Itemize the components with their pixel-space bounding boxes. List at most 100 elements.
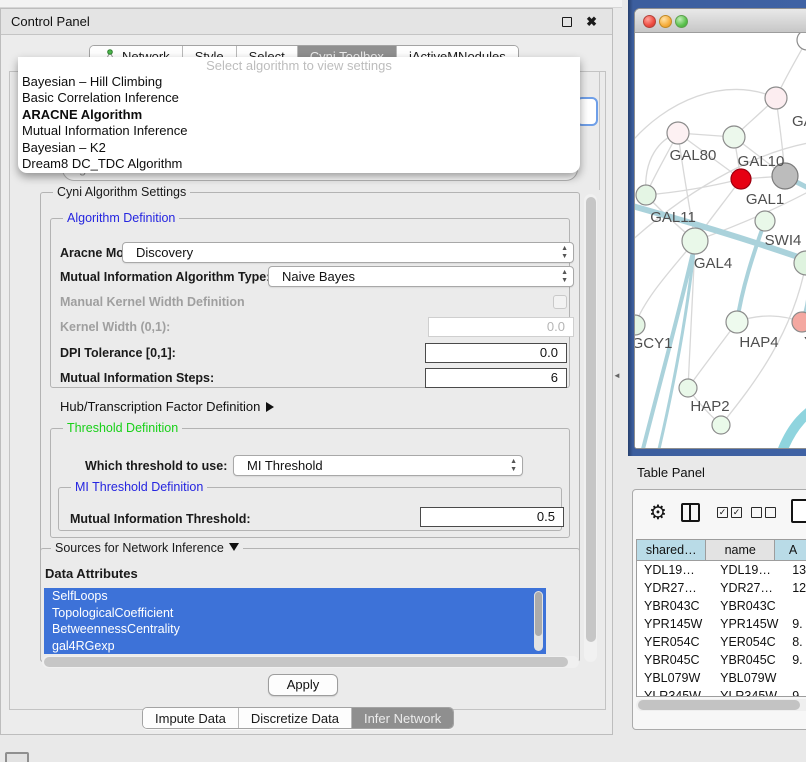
table-row[interactable]: YDL19…YDL19…13 bbox=[637, 561, 806, 579]
expanded-arrow-icon bbox=[229, 543, 239, 551]
new-table-icon[interactable] bbox=[791, 499, 806, 523]
column-header-name[interactable]: name bbox=[706, 540, 775, 561]
combo-arrows-icon: ▲▼ bbox=[510, 458, 517, 474]
horizontal-scrollbar-thumb[interactable] bbox=[44, 657, 568, 667]
split-columns-icon[interactable] bbox=[681, 503, 700, 522]
column-header-partial[interactable]: A bbox=[775, 540, 806, 561]
algorithm-option-bayesian-k2[interactable]: Bayesian – K2 bbox=[22, 140, 106, 155]
mi-algorithm-type-value: Naive Bayes bbox=[282, 269, 355, 284]
data-attributes-label: Data Attributes bbox=[45, 566, 138, 581]
mac-zoom-button[interactable] bbox=[675, 15, 688, 28]
float-window-icon[interactable] bbox=[562, 17, 572, 27]
table-row[interactable]: YDR27…YDR27…12 bbox=[637, 579, 806, 597]
tab-discretize-data[interactable]: Discretize Data bbox=[239, 708, 352, 728]
list-item-betweennesscentrality[interactable]: BetweennessCentrality bbox=[44, 621, 546, 638]
list-item-selfloops[interactable]: SelfLoops bbox=[44, 588, 546, 605]
table-row[interactable]: YLR345WYLR345W9. bbox=[637, 687, 806, 697]
hub-definition-toggle[interactable]: Hub/Transcription Factor Definition bbox=[60, 399, 274, 414]
algorithm-option-bayesian-hill-climbing[interactable]: Bayesian – Hill Climbing bbox=[22, 74, 162, 89]
network-view-frame: GAL80 GAL10 GAL1 GAL11 SWI4 GAL4 GCY1 HA… bbox=[628, 0, 806, 456]
algorithm-dropdown-popup: Select algorithm to view settings Bayesi… bbox=[18, 57, 580, 173]
mac-close-button[interactable] bbox=[643, 15, 656, 28]
tab-infer-network[interactable]: Infer Network bbox=[352, 708, 453, 728]
algorithm-option-basic-correlation[interactable]: Basic Correlation Inference bbox=[22, 90, 179, 105]
panel-divider-collapse-icon[interactable]: ◄ bbox=[613, 371, 621, 380]
table-horizontal-scrollbar[interactable] bbox=[636, 699, 806, 711]
threshold-definition-title: Threshold Definition bbox=[63, 421, 182, 435]
settings-vertical-scrollbar[interactable] bbox=[584, 194, 597, 662]
table-header-row: shared… name A bbox=[637, 540, 806, 561]
cyni-algorithm-settings-title: Cyni Algorithm Settings bbox=[53, 185, 190, 199]
which-threshold-combobox[interactable]: MI Threshold ▲▼ bbox=[233, 455, 523, 476]
mi-threshold-label: Mutual Information Threshold: bbox=[70, 512, 251, 526]
application-root: Control Panel ✖ Network Style Select Cyn… bbox=[0, 0, 806, 762]
minimized-panel-icon[interactable] bbox=[5, 752, 29, 762]
top-strip bbox=[0, 0, 622, 8]
manual-kernel-width-label: Manual Kernel Width Definition bbox=[60, 295, 245, 309]
table-row[interactable]: YPR145WYPR145W9. bbox=[637, 615, 806, 633]
algorithm-option-mutual-information[interactable]: Mutual Information Inference bbox=[22, 123, 187, 138]
aracne-mode-value: Discovery bbox=[136, 245, 193, 260]
kernel-width-label: Kernel Width (0,1): bbox=[60, 320, 170, 334]
combo-arrows-icon: ▲▼ bbox=[561, 245, 568, 261]
list-scrollbar-thumb[interactable] bbox=[535, 592, 542, 636]
settings-horizontal-scrollbar[interactable] bbox=[42, 656, 579, 668]
node-label-hap4[interactable]: HAP4 bbox=[739, 334, 778, 351]
node-label-hap2[interactable]: HAP2 bbox=[690, 398, 729, 415]
node-label-gal80[interactable]: GAL80 bbox=[670, 147, 717, 164]
node-label-gal10[interactable]: GAL10 bbox=[738, 153, 785, 170]
node-label-swi4[interactable]: SWI4 bbox=[765, 232, 802, 249]
dpi-tolerance-field[interactable]: 0.0 bbox=[425, 343, 567, 363]
sources-group-title[interactable]: Sources for Network Inference bbox=[51, 541, 243, 555]
control-panel-title: Control Panel bbox=[11, 9, 90, 35]
mi-steps-label: Mutual Information Steps: bbox=[60, 371, 214, 385]
mac-minimize-button[interactable] bbox=[659, 15, 672, 28]
aracne-mode-combobox[interactable]: Discovery ▲▼ bbox=[122, 242, 574, 263]
mi-algorithm-type-label: Mutual Information Algorithm Type: bbox=[60, 270, 270, 284]
manual-kernel-width-checkbox[interactable] bbox=[553, 295, 567, 309]
control-panel-titlebar: Control Panel ✖ bbox=[1, 9, 612, 35]
collapsed-arrow-icon bbox=[266, 402, 274, 412]
node-label-gal11[interactable]: GAL11 bbox=[650, 209, 696, 226]
hub-definition-label: Hub/Transcription Factor Definition bbox=[60, 399, 260, 414]
kernel-width-field[interactable]: 0.0 bbox=[428, 317, 574, 337]
table-row[interactable]: YER054CYER054C8. bbox=[637, 633, 806, 651]
dpi-tolerance-label: DPI Tolerance [0,1]: bbox=[60, 346, 176, 360]
data-attributes-list: SelfLoops TopologicalCoefficient Between… bbox=[44, 588, 546, 654]
combo-arrows-icon: ▲▼ bbox=[561, 269, 568, 285]
vertical-scrollbar-thumb[interactable] bbox=[586, 197, 596, 642]
list-scrollbar[interactable] bbox=[534, 591, 543, 651]
algorithm-option-dream8[interactable]: Dream8 DC_TDC Algorithm bbox=[22, 156, 182, 171]
table-row[interactable]: YBR043CYBR043C bbox=[637, 597, 806, 615]
table-panel-title: Table Panel bbox=[637, 465, 705, 480]
list-item-gal4rgexp[interactable]: gal4RGexp bbox=[44, 638, 546, 655]
mi-threshold-definition-title: MI Threshold Definition bbox=[71, 480, 207, 494]
close-panel-icon[interactable]: ✖ bbox=[586, 14, 597, 30]
tab-impute-data[interactable]: Impute Data bbox=[143, 708, 239, 728]
table-row[interactable]: YBL079WYBL079W bbox=[637, 669, 806, 687]
table-row[interactable]: YBR045CYBR045C9. bbox=[637, 651, 806, 669]
algorithm-popup-hint: Select algorithm to view settings bbox=[18, 58, 580, 73]
column-header-shared-name[interactable]: shared… bbox=[637, 540, 706, 561]
node-label-gal-partial[interactable]: GAL bbox=[792, 113, 806, 130]
apply-button[interactable]: Apply bbox=[268, 674, 338, 696]
algorithm-option-aracne[interactable]: ARACNE Algorithm bbox=[22, 107, 142, 122]
select-all-checkboxes-icon[interactable]: ✓✓ bbox=[717, 507, 742, 518]
algorithm-definition-title: Algorithm Definition bbox=[63, 211, 179, 225]
node-label-gal1[interactable]: GAL1 bbox=[746, 191, 784, 208]
which-threshold-label: Which threshold to use: bbox=[85, 459, 227, 473]
deselect-all-checkboxes-icon[interactable] bbox=[751, 507, 776, 518]
node-table: shared… name A YDL19…YDL19…13 YDR27…YDR2… bbox=[636, 539, 806, 697]
table-panel: ⚙ ✓✓ shared… name A YDL19…YDL19…13 YDR27… bbox=[632, 489, 806, 730]
mi-threshold-field[interactable]: 0.5 bbox=[420, 507, 564, 527]
cyni-bottom-tabs: Impute Data Discretize Data Infer Networ… bbox=[142, 707, 454, 729]
network-view-window: GAL80 GAL10 GAL1 GAL11 SWI4 GAL4 GCY1 HA… bbox=[634, 8, 806, 449]
node-label-gcy1[interactable]: GCY1 bbox=[635, 335, 672, 352]
node-label-gal4[interactable]: GAL4 bbox=[694, 255, 732, 272]
list-item-topologicalcoefficient[interactable]: TopologicalCoefficient bbox=[44, 605, 546, 622]
mi-algorithm-type-combobox[interactable]: Naive Bayes ▲▼ bbox=[268, 266, 574, 287]
network-canvas[interactable]: GAL80 GAL10 GAL1 GAL11 SWI4 GAL4 GCY1 HA… bbox=[635, 33, 806, 449]
table-scrollbar-thumb[interactable] bbox=[638, 700, 800, 710]
mi-steps-field[interactable]: 6 bbox=[425, 368, 567, 388]
gear-icon[interactable]: ⚙ bbox=[649, 500, 667, 525]
